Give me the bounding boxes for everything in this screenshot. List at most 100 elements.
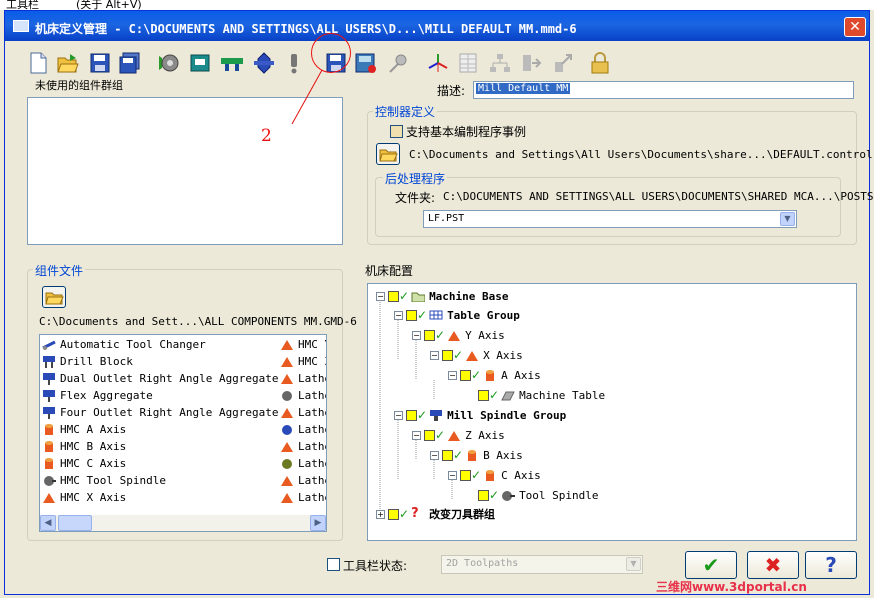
chevron-down-icon[interactable]: ▼: [780, 212, 795, 226]
list-item[interactable]: Drill Block: [42, 353, 133, 370]
unused-groups-list[interactable]: [27, 97, 343, 245]
list-item[interactable]: Lathe: [280, 370, 326, 387]
tree-node-tool-spindle[interactable]: ✓ Tool Spindle: [478, 487, 599, 503]
close-icon: ✖: [764, 553, 782, 577]
component-list[interactable]: Automatic Tool Changer Drill Block Dual …: [39, 334, 327, 532]
tree-node-change-tool-group[interactable]: + ✓? 改变刀具群组: [376, 506, 495, 522]
tree-node-machine-base[interactable]: − ✓ Machine Base: [376, 288, 509, 304]
linear-axis-icon: [281, 340, 293, 350]
save-icon[interactable]: [87, 50, 113, 76]
close-button[interactable]: ✕: [844, 17, 866, 37]
cancel-button[interactable]: ✖: [747, 551, 799, 579]
help-button[interactable]: ?: [805, 551, 857, 579]
blue-axis-icon[interactable]: [251, 50, 277, 76]
tree-node-mill-spindle-group[interactable]: − ✓ Mill Spindle Group: [394, 407, 566, 423]
list-item[interactable]: Lathe: [280, 438, 326, 455]
post-selected-value: LF.PST: [428, 213, 465, 224]
linear-axis-icon: [43, 493, 55, 503]
linear-axis-icon: [448, 431, 461, 441]
table-component-icon[interactable]: [187, 50, 213, 76]
pin-tool-icon[interactable]: [385, 50, 411, 76]
chevron-down-icon[interactable]: ▼: [626, 557, 641, 571]
tree-node-machine-table[interactable]: ✓ Machine Table: [478, 387, 605, 403]
ok-button[interactable]: ✔: [685, 551, 737, 579]
list-item[interactable]: Flex Aggregate: [42, 387, 153, 404]
tree-node-table-group[interactable]: − ✓ Table Group: [394, 307, 520, 323]
list-item[interactable]: Lathe: [280, 455, 326, 472]
scroll-thumb[interactable]: [58, 515, 92, 531]
green-component-icon[interactable]: [219, 50, 245, 76]
rotary-axis-icon: [486, 470, 495, 481]
list-item[interactable]: HMC X Axis: [42, 489, 126, 506]
folder-icon: [411, 292, 426, 302]
list-item[interactable]: HMC Z: [280, 353, 326, 370]
list-item[interactable]: Dual Outlet Right Angle Aggregate: [42, 370, 279, 387]
rotary-axis-icon: [45, 424, 53, 435]
machine-definition-manager-window: 机床定义管理 - C:\DOCUMENTS AND SETTINGS\ALL U…: [4, 10, 874, 595]
lathe-icon: [282, 459, 292, 469]
lathe-icon: [281, 493, 293, 503]
toolbar-state-checkbox[interactable]: [327, 558, 340, 571]
tree-node-b-axis[interactable]: − ✓ B Axis: [430, 447, 523, 463]
lathe-icon: [281, 374, 293, 384]
table-group-icon: [429, 310, 443, 320]
lathe-icon: [281, 408, 293, 418]
description-input[interactable]: Mill Default MM: [473, 81, 854, 99]
export-icon[interactable]: [519, 50, 545, 76]
check-icon: ✔: [702, 553, 720, 577]
description-label: 描述:: [437, 84, 466, 98]
lock-icon[interactable]: [587, 50, 613, 76]
list-item[interactable]: Lathe: [280, 421, 326, 438]
controller-path: C:\Documents and Settings\All Users\Docu…: [409, 148, 874, 161]
warning-exclamation-icon[interactable]: [281, 50, 307, 76]
tree-node-a-axis[interactable]: − ✓ A Axis: [448, 367, 541, 383]
tree-node-z-axis[interactable]: − ✓ Z Axis: [412, 427, 505, 443]
new-file-icon[interactable]: [25, 50, 51, 76]
scroll-right-icon[interactable]: ▶: [310, 515, 326, 531]
list-item[interactable]: HMC A Axis: [42, 421, 126, 438]
basic-programming-checkbox[interactable]: [390, 125, 403, 138]
list-item[interactable]: Lathe: [280, 387, 326, 404]
toolbar-state-select[interactable]: 2D Toolpaths ▼: [441, 555, 643, 574]
grid-icon[interactable]: [455, 50, 481, 76]
scroll-left-icon[interactable]: ◀: [40, 515, 56, 531]
axis-triad-icon[interactable]: [425, 50, 451, 76]
post-folder-label: 文件夹:: [395, 191, 436, 205]
tree-node-x-axis[interactable]: − ✓ X Axis: [430, 347, 523, 363]
horizontal-scrollbar[interactable]: ◀ ▶: [40, 515, 326, 531]
component-files-label: 组件文件: [33, 262, 86, 279]
machine-component-icon[interactable]: [155, 50, 181, 76]
post-select[interactable]: LF.PST ▼: [423, 210, 797, 228]
component-files-path: C:\Documents and Sett...\ALL COMPONENTS …: [39, 315, 357, 328]
save-machine-icon[interactable]: [353, 50, 379, 76]
drill-block-icon: [43, 356, 55, 368]
list-item[interactable]: Lathe: [280, 489, 326, 506]
disabled-export-icon[interactable]: [551, 50, 577, 76]
tree-node-c-axis[interactable]: − ✓ C Axis: [448, 467, 541, 483]
controller-group-label: 控制器定义: [373, 103, 438, 120]
title-bar[interactable]: 机床定义管理 - C:\DOCUMENTS AND SETTINGS\ALL U…: [5, 11, 869, 41]
save-as-icon[interactable]: [117, 50, 143, 76]
aggregate-icon: [43, 373, 55, 385]
linear-axis-icon: [281, 357, 293, 367]
list-item[interactable]: Lathe: [280, 472, 326, 489]
list-item[interactable]: HMC B Axis: [42, 438, 126, 455]
machine-config-tree[interactable]: − ✓ Machine Base − ✓ Table Group − ✓ Y Axis − ✓…: [367, 283, 857, 541]
aggregate-icon: [43, 407, 55, 419]
list-item[interactable]: Lathe: [280, 404, 326, 421]
list-item[interactable]: HMC Tool Spindle: [42, 472, 166, 489]
machine-table-icon: [501, 391, 515, 401]
tree-structure-icon[interactable]: [487, 50, 513, 76]
background-menu-strip: 工具栏 (关于 Alt+V): [0, 0, 874, 10]
list-item[interactable]: HMC C Axis: [42, 455, 126, 472]
list-item[interactable]: Automatic Tool Changer: [42, 336, 206, 353]
tool-changer-icon: [42, 340, 56, 350]
question-icon: ?: [411, 506, 419, 521]
browse-components-button[interactable]: [42, 286, 66, 308]
rotary-axis-icon: [468, 450, 477, 461]
open-folder-icon[interactable]: [55, 50, 81, 76]
list-item[interactable]: HMC Y: [280, 336, 326, 353]
list-item[interactable]: Four Outlet Right Angle Aggregate: [42, 404, 279, 421]
tree-node-y-axis[interactable]: − ✓ Y Axis: [412, 327, 505, 343]
browse-controller-button[interactable]: [376, 143, 400, 165]
